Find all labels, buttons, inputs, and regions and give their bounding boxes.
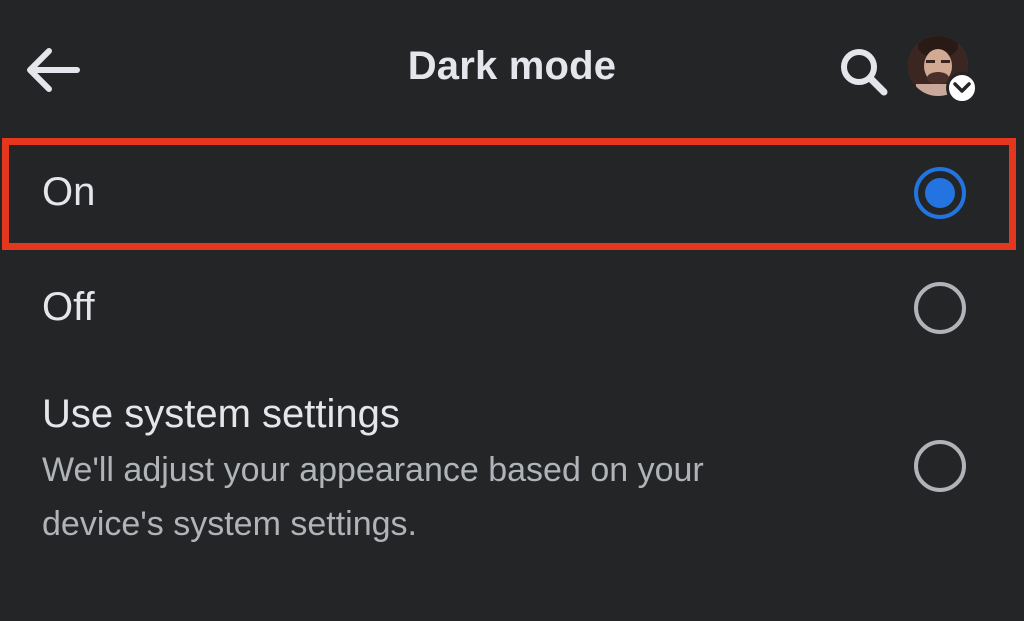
account-switch-badge xyxy=(946,72,978,104)
option-off-label: Off xyxy=(42,285,95,329)
radio-system-settings[interactable] xyxy=(914,440,966,492)
header: Dark mode xyxy=(0,0,1024,136)
option-on[interactable]: On xyxy=(0,140,1024,248)
option-system-settings-description-line1: We'll adjust your appearance based on yo… xyxy=(42,451,704,489)
option-system-settings-label: Use system settings xyxy=(42,392,400,436)
search-icon xyxy=(841,49,888,96)
search-button[interactable] xyxy=(832,40,896,104)
option-system-settings[interactable]: Use system settings We'll adjust your ap… xyxy=(0,370,1024,570)
profile-avatar-button[interactable] xyxy=(906,36,978,104)
radio-on[interactable] xyxy=(914,167,966,219)
dark-mode-screen: Dark mode On Off Use system settings We'… xyxy=(0,0,1024,621)
chevron-down-icon xyxy=(953,82,971,93)
option-off[interactable]: Off xyxy=(0,252,1024,362)
option-on-label: On xyxy=(42,170,96,214)
option-system-settings-description-line2: device's system settings. xyxy=(42,505,417,543)
radio-off[interactable] xyxy=(914,282,966,334)
